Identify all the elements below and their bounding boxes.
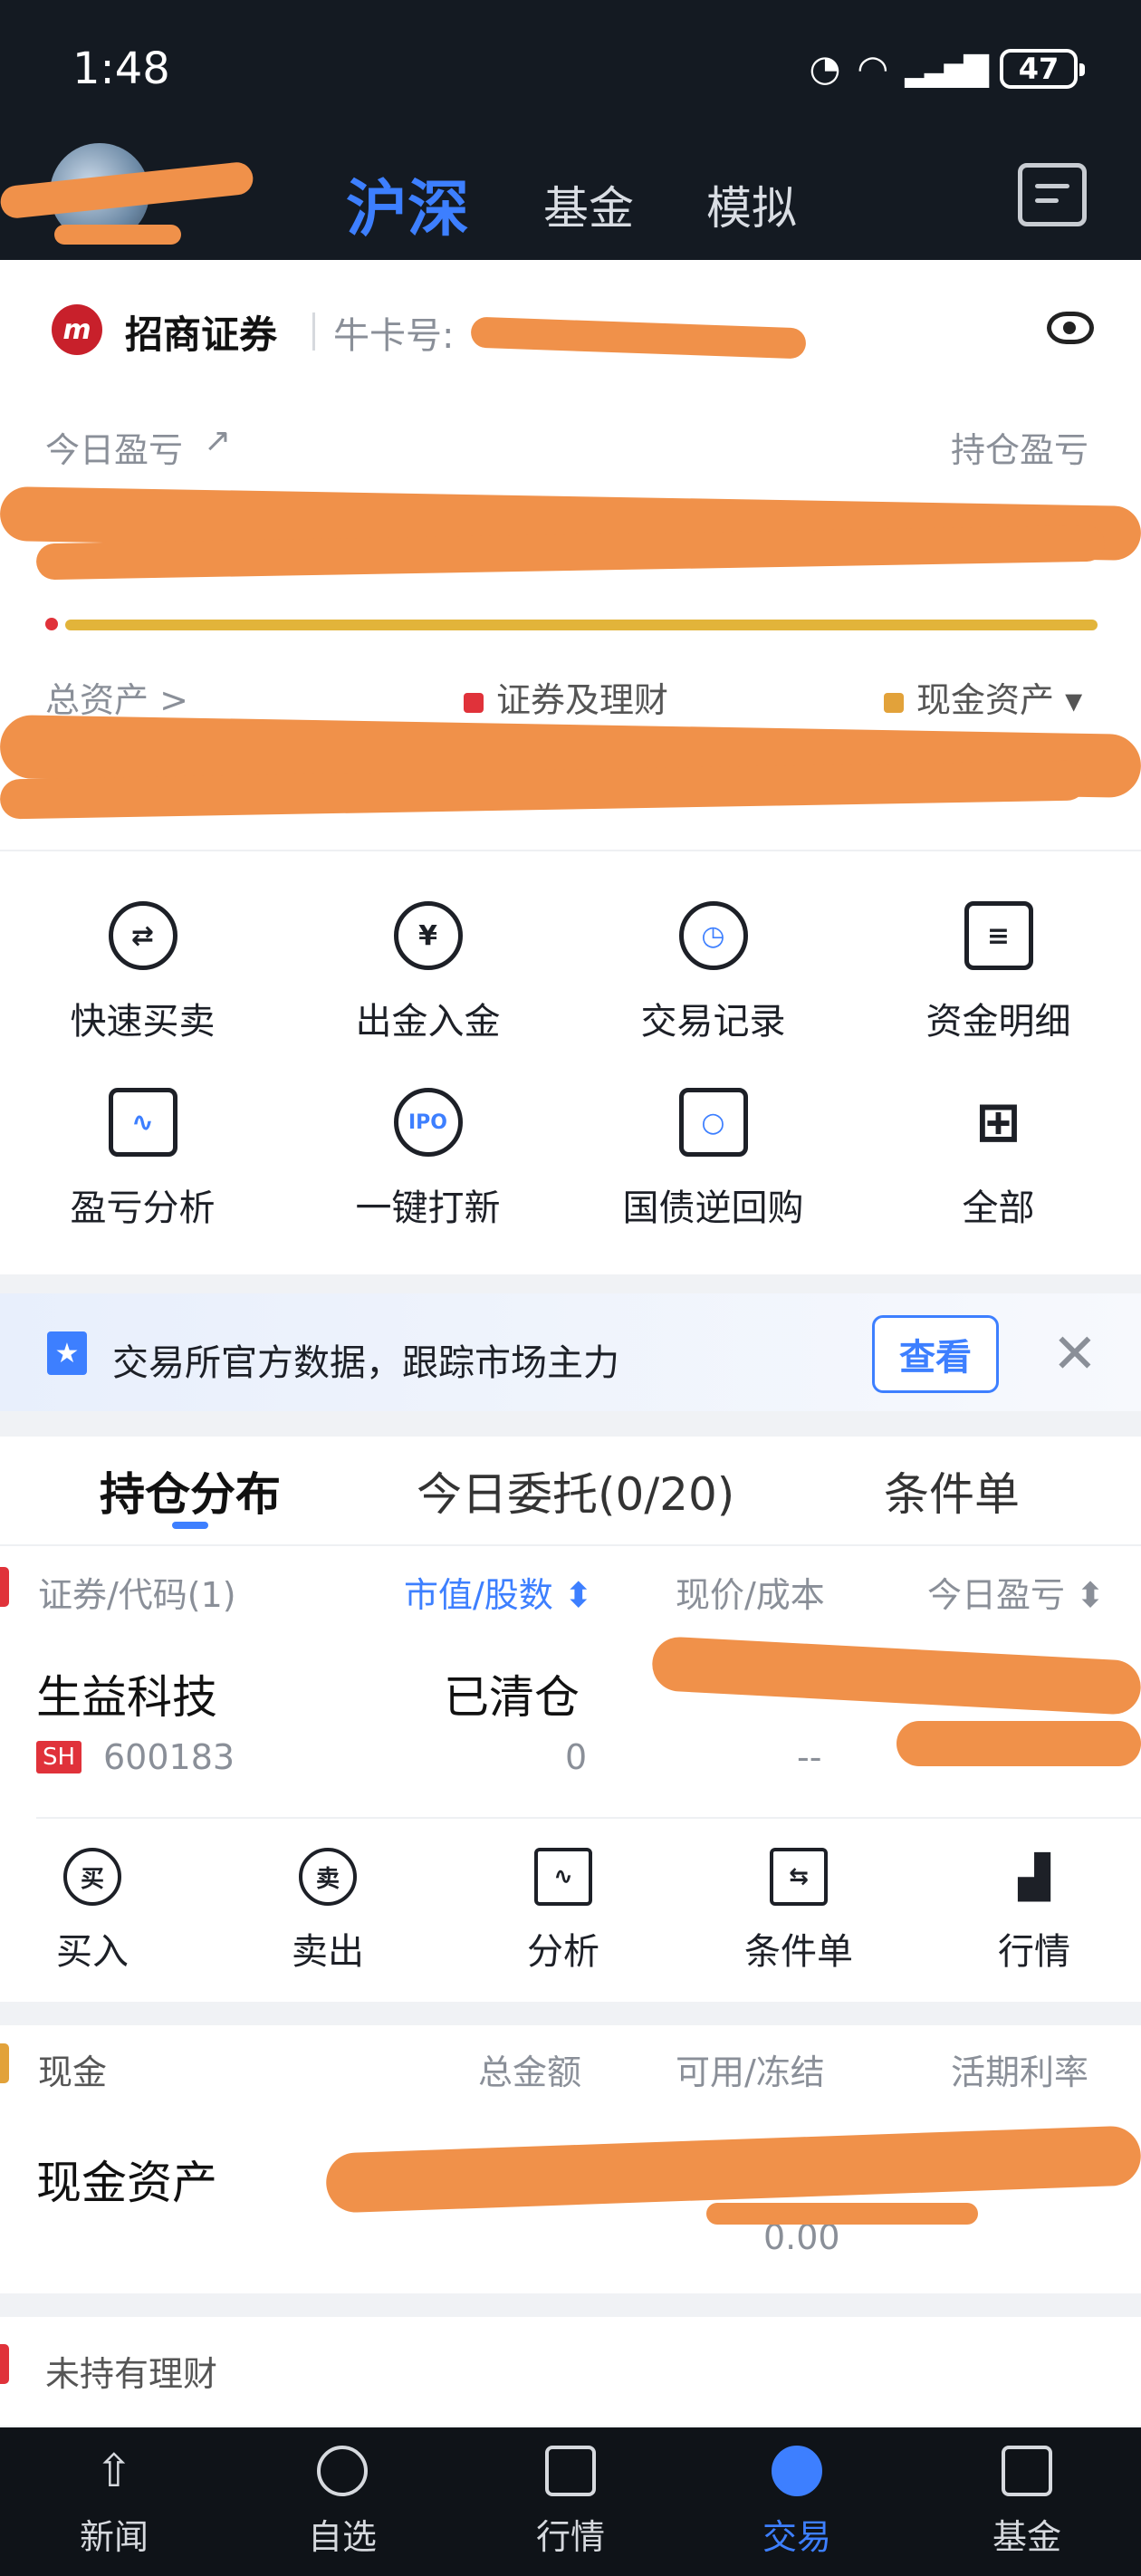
ipo-subscribe-button[interactable]: IPO 一键打新: [285, 1088, 570, 1231]
col-interest-rate: 活期利率: [951, 2052, 1089, 2092]
status-time: 1:48: [72, 43, 170, 94]
asset-bar-cash: [65, 620, 1098, 630]
legend-cash[interactable]: 现金资产 ▾: [884, 672, 1082, 722]
tab-hushen[interactable]: 沪深: [346, 159, 469, 248]
swap-icon: ⇄: [108, 901, 177, 970]
cash-asset-name: 现金资产: [36, 2157, 217, 2209]
star-icon: ★: [47, 1331, 87, 1375]
tab-fund[interactable]: 基金: [543, 172, 634, 237]
legend-dot-cash: [884, 692, 904, 713]
holding-shares: 0: [565, 1737, 588, 1777]
wifi-icon: ◠: [857, 48, 889, 90]
card-bottom-divider: [0, 850, 1141, 851]
sell-button[interactable]: 卖 卖出: [255, 1848, 400, 1975]
redacted-holding-values-2: [896, 1721, 1141, 1766]
conditional-order-button[interactable]: ⇆ 条件单: [726, 1848, 871, 1975]
divider: [312, 312, 315, 351]
tab-simulation[interactable]: 模拟: [706, 172, 797, 237]
col-market-value[interactable]: 市值/股数 ⬍: [404, 1567, 593, 1617]
banner-text: 交易所官方数据，跟踪市场主力: [112, 1342, 619, 1384]
tab-today-orders[interactable]: 今日委托(0/20): [417, 1458, 734, 1523]
holding-code: 600183: [103, 1737, 235, 1777]
sell-icon: 卖: [299, 1848, 357, 1906]
speed-icon: ◔: [809, 48, 841, 90]
news-icon: ⇧: [95, 2445, 133, 2497]
pl-analysis-button[interactable]: ∿ 盈亏分析: [0, 1088, 285, 1231]
analysis-button[interactable]: ∿ 分析: [491, 1848, 636, 1975]
message-icon[interactable]: [1018, 163, 1087, 226]
quick-trade-button[interactable]: ⇄ 快速买卖: [0, 901, 285, 1044]
col-total-amount: 总金额: [478, 2052, 582, 2092]
market-badge: SH: [36, 1741, 82, 1773]
tab-conditional-orders[interactable]: 条件单: [884, 1458, 1020, 1523]
clock-icon: ◷: [678, 901, 748, 970]
broker-name[interactable]: 招商证券: [125, 304, 277, 360]
nav-fund[interactable]: 基金: [954, 2446, 1099, 2559]
nav-market[interactable]: 行情: [498, 2446, 643, 2559]
ticket-icon: ○: [678, 1088, 748, 1157]
monitor-chart-icon: ∿: [108, 1088, 177, 1157]
legend-securities: 证券及理财: [464, 672, 668, 722]
row-divider: [36, 1817, 1141, 1819]
no-finance-text: 未持有理财: [45, 2354, 218, 2394]
active-tab-underline: [172, 1522, 208, 1529]
sliders-icon: ⇆: [770, 1848, 828, 1906]
holding-status: 已清仓: [444, 1671, 580, 1724]
fund-details-button[interactable]: ≡ 资金明细: [856, 901, 1141, 1044]
trade-icon: [772, 2446, 822, 2496]
card-number-label: 牛卡号:: [333, 315, 455, 357]
deposit-withdraw-button[interactable]: ¥ 出金入金: [285, 901, 570, 1044]
tab-position-distribution[interactable]: 持仓分布: [100, 1458, 281, 1523]
chart-icon: ∿: [534, 1848, 592, 1906]
finance-marker: [0, 2344, 9, 2384]
yuan-transfer-icon: ¥: [393, 901, 463, 970]
quote-button[interactable]: ▟ 行情: [962, 1848, 1107, 1975]
nav-watchlist[interactable]: 自选: [270, 2446, 415, 2559]
bar-chart-icon: ▟: [1018, 1852, 1050, 1901]
eye-icon[interactable]: [1047, 312, 1094, 344]
status-icons: ◔ ◠ ▂▃▅▇ 47: [809, 45, 1085, 92]
ipo-icon: IPO: [393, 1088, 463, 1157]
holding-name[interactable]: 生益科技: [36, 1661, 217, 1726]
cash-title: 现金: [38, 2052, 108, 2092]
view-button[interactable]: 查看: [872, 1315, 999, 1393]
today-pl-label[interactable]: 今日盈亏: [45, 422, 183, 472]
market-icon: [545, 2446, 596, 2496]
redacted-username-2: [54, 225, 181, 245]
redacted-cash-values-2: [706, 2203, 978, 2225]
broker-logo: m: [52, 304, 102, 355]
total-assets-label[interactable]: 总资产 >: [45, 672, 188, 722]
section-marker: [0, 1567, 9, 1607]
close-icon[interactable]: ✕: [1052, 1322, 1098, 1386]
clipboard-icon: ≡: [964, 901, 1033, 970]
nav-news[interactable]: ⇧ 新闻: [42, 2446, 187, 2559]
signal-icon: ▂▃▅▇: [905, 50, 989, 88]
legend-dot-securities: [464, 692, 484, 713]
reverse-repo-button[interactable]: ○ 国债逆回购: [570, 1088, 856, 1231]
buy-button[interactable]: 买 买入: [20, 1848, 165, 1975]
etf-icon: [1002, 2446, 1052, 2496]
all-functions-button[interactable]: ⊞ 全部: [856, 1088, 1141, 1231]
asset-bar-securities: [45, 618, 58, 630]
share-icon[interactable]: ↗: [204, 422, 231, 459]
col-security-code: 证券/代码(1): [38, 1575, 236, 1615]
buy-icon: 买: [63, 1848, 121, 1906]
holding-price: --: [797, 1737, 822, 1777]
col-today-pl[interactable]: 今日盈亏 ⬍: [927, 1567, 1105, 1617]
cash-marker: [0, 2043, 9, 2083]
col-available-frozen: 可用/冻结: [676, 2052, 825, 2092]
tabs-divider: [0, 1544, 1141, 1546]
nav-trade[interactable]: 交易: [724, 2446, 869, 2559]
trade-history-button[interactable]: ◷ 交易记录: [570, 901, 856, 1044]
grid-icon: ⊞: [975, 1091, 1021, 1154]
position-pl-label: 持仓盈亏: [951, 430, 1089, 470]
battery-icon: 47: [1000, 49, 1085, 89]
watchlist-icon: [317, 2446, 368, 2496]
col-price-cost: 现价/成本: [676, 1575, 825, 1615]
